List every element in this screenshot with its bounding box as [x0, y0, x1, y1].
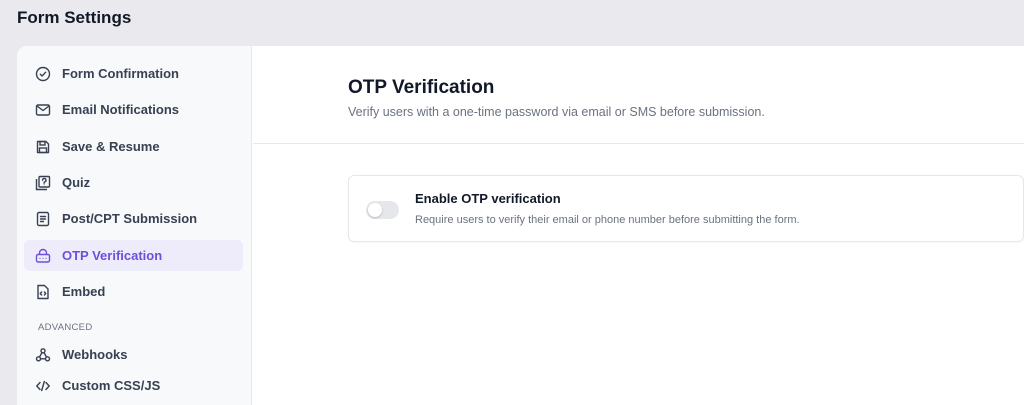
sidebar-item-label: Custom CSS/JS [62, 378, 161, 393]
content-area: OTP Verification Verify users with a one… [253, 46, 1024, 405]
check-circle-icon [35, 66, 51, 82]
otp-icon [35, 248, 51, 264]
section-subtitle: Verify users with a one-time password vi… [348, 105, 765, 119]
embed-icon [35, 284, 51, 300]
settings-panel: Form Confirmation Email Notifications Sa… [17, 46, 1024, 405]
sidebar-item-email-notifications[interactable]: Email Notifications [24, 94, 243, 125]
sidebar-item-label: Save & Resume [62, 139, 160, 154]
otp-setting-card: Enable OTP verification Require users to… [348, 175, 1024, 242]
sidebar-item-label: Embed [62, 284, 106, 299]
section-title: OTP Verification [348, 77, 495, 98]
sidebar-item-save-resume[interactable]: Save & Resume [24, 131, 243, 162]
page-title: Form Settings [17, 8, 132, 27]
enable-otp-toggle[interactable] [366, 201, 399, 219]
document-icon [35, 211, 51, 227]
setting-title: Enable OTP verification [415, 191, 561, 206]
section-label-advanced: ADVANCED [38, 322, 93, 333]
toggle-knob [368, 203, 382, 217]
quiz-icon [35, 175, 51, 191]
sidebar-item-label: Email Notifications [62, 102, 180, 117]
sidebar-item-label: Quiz [62, 175, 91, 190]
sidebar-item-label: Post/CPT Submission [62, 211, 198, 226]
sidebar-item-label: Webhooks [62, 347, 128, 362]
sidebar-item-custom-css-js[interactable]: Custom CSS/JS [24, 370, 243, 401]
mail-icon [35, 102, 51, 118]
sidebar-item-label: OTP Verification [62, 248, 163, 263]
sidebar-item-otp-verification[interactable]: OTP Verification [24, 240, 243, 271]
sidebar: Form Confirmation Email Notifications Sa… [17, 46, 252, 405]
save-icon [35, 139, 51, 155]
sidebar-item-embed[interactable]: Embed [24, 276, 243, 307]
sidebar-item-quiz[interactable]: Quiz [24, 167, 243, 198]
code-icon [35, 378, 51, 394]
sidebar-item-label: Form Confirmation [62, 66, 179, 81]
sidebar-item-form-confirmation[interactable]: Form Confirmation [24, 58, 243, 89]
webhook-icon [35, 347, 51, 363]
setting-description: Require users to verify their email or p… [415, 214, 800, 226]
sidebar-item-webhooks[interactable]: Webhooks [24, 339, 243, 370]
content-header: OTP Verification Verify users with a one… [253, 46, 1024, 144]
sidebar-item-post-cpt-submission[interactable]: Post/CPT Submission [24, 203, 243, 234]
